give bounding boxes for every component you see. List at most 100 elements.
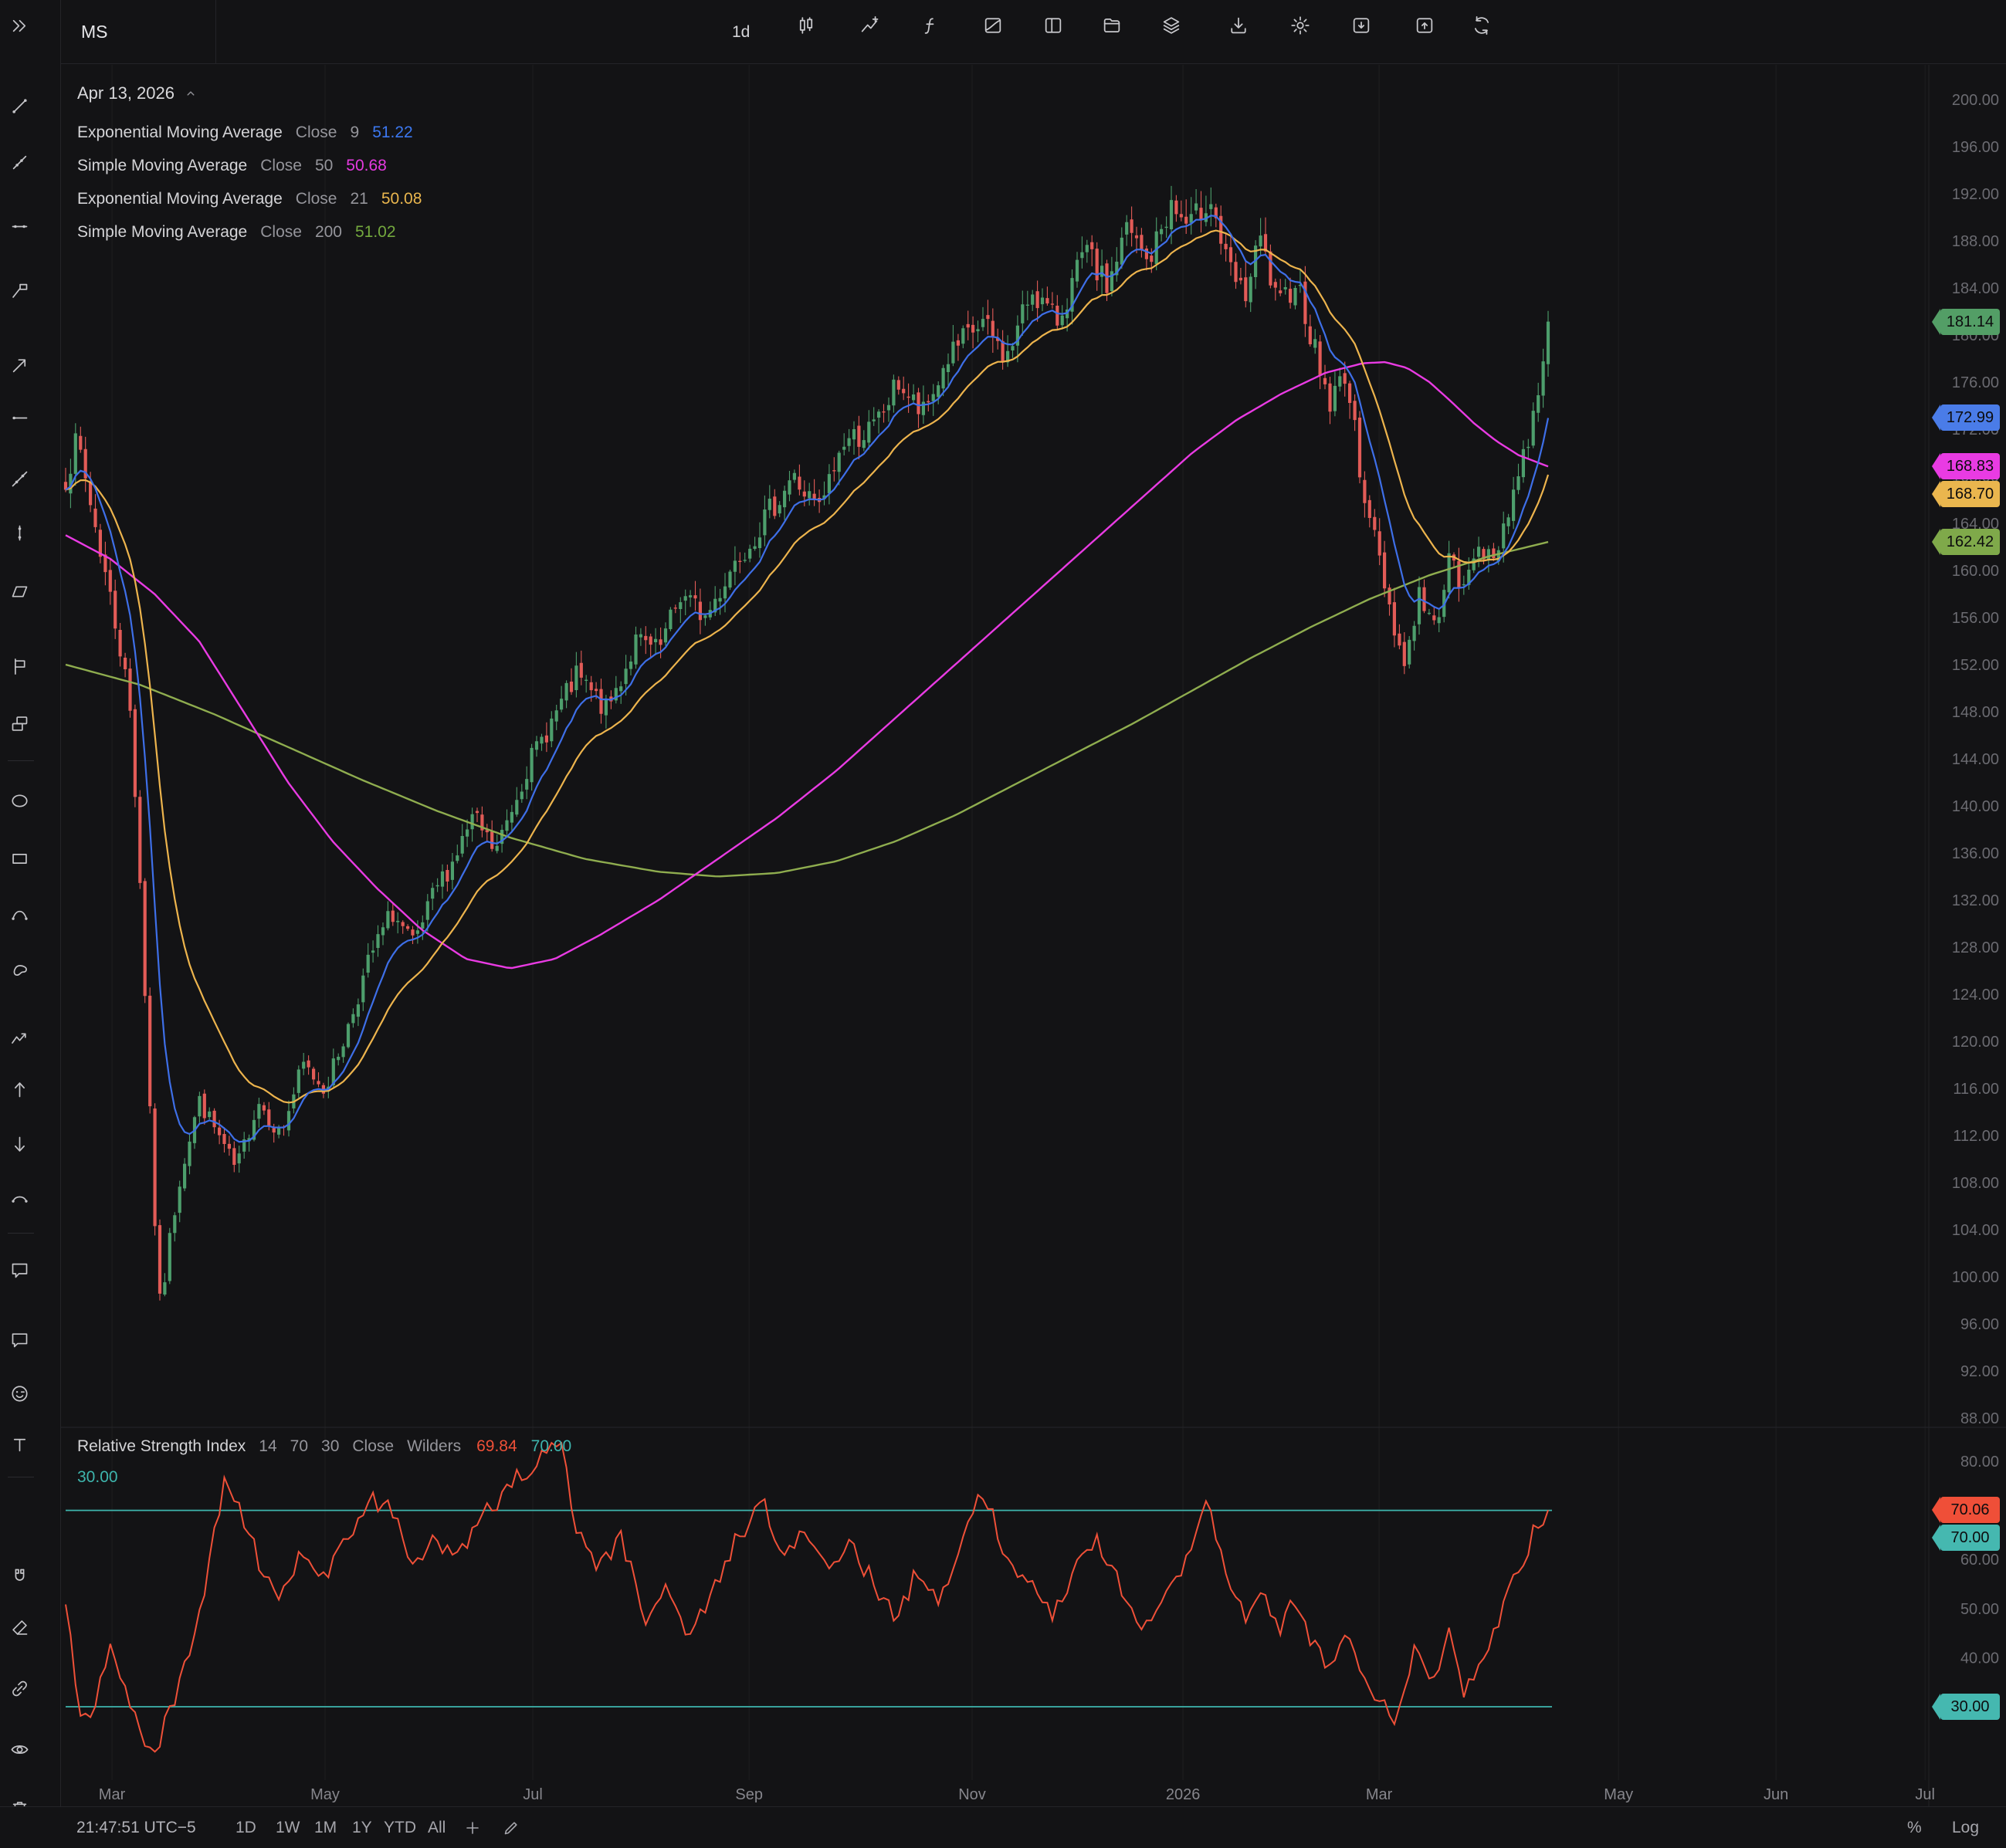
- arrow-up-icon[interactable]: [5, 1075, 34, 1104]
- price-tick-label: 160.00: [1952, 563, 1999, 580]
- indicator-source: Close: [296, 124, 337, 142]
- axis-price-tag: 168.83: [1940, 453, 2000, 479]
- price-tick-label: 132.00: [1952, 892, 1999, 909]
- time-axis-label: 2026: [1166, 1786, 1201, 1803]
- time-axis-label: Jul: [1915, 1786, 1935, 1803]
- comment-icon[interactable]: [5, 1325, 34, 1354]
- text-icon[interactable]: [5, 1430, 34, 1459]
- rsi-name: Relative Strength Index: [77, 1437, 246, 1456]
- charting-app: MarMayJulSepNov2026MarMayJunJul88.0092.0…: [0, 0, 2006, 1848]
- price-tick-label: 100.00: [1952, 1269, 1999, 1286]
- time-axis-label: May: [310, 1786, 340, 1803]
- log-scale-button[interactable]: Log: [1952, 1807, 1979, 1848]
- snapshot-icon[interactable]: [978, 11, 1008, 40]
- clock-label[interactable]: 21:47:51 UTC−5: [76, 1807, 196, 1848]
- range-button-1y[interactable]: 1Y: [352, 1807, 372, 1848]
- parallelogram-icon[interactable]: [5, 577, 34, 606]
- emoji-icon[interactable]: [5, 1379, 34, 1408]
- price-tick-label: 120.00: [1952, 1034, 1999, 1051]
- arrow-down-icon[interactable]: [5, 1129, 34, 1159]
- compare-plus-icon[interactable]: [855, 11, 884, 40]
- magnet-icon[interactable]: [5, 1562, 34, 1591]
- chevrons-right-icon[interactable]: [5, 11, 34, 40]
- indicator-length: 9: [351, 124, 360, 142]
- time-axis-label: Mar: [99, 1786, 126, 1803]
- curve-icon[interactable]: [5, 899, 34, 929]
- price-label-icon[interactable]: [5, 709, 34, 738]
- price-tick-label: 116.00: [1953, 1081, 1999, 1098]
- range-button-1w[interactable]: 1W: [276, 1807, 300, 1848]
- axis-price-tag: 168.70: [1940, 481, 2000, 507]
- vertical-line-icon[interactable]: [5, 518, 34, 547]
- extended-line-icon[interactable]: [5, 464, 34, 493]
- horizontal-line-icon[interactable]: [5, 212, 34, 241]
- price-tick-label: 184.00: [1952, 280, 1999, 297]
- price-tick-label: 92.00: [1960, 1363, 1999, 1380]
- time-axis-label: Nov: [958, 1786, 986, 1803]
- indicator-source: Close: [296, 190, 337, 208]
- ellipse-icon[interactable]: [5, 786, 34, 815]
- export-icon[interactable]: [1410, 11, 1439, 40]
- chart-canvas[interactable]: MarMayJulSepNov2026MarMayJunJul88.0092.0…: [0, 0, 2006, 1848]
- indicator-length: 21: [351, 190, 368, 208]
- range-button-1d[interactable]: 1D: [236, 1807, 256, 1848]
- parallel-channel-icon[interactable]: [5, 276, 34, 305]
- toolbar-divider: [8, 1233, 34, 1234]
- indicator-source: Close: [260, 157, 302, 175]
- rsi-legend-line2: 30.00: [77, 1462, 571, 1493]
- import-icon[interactable]: [1347, 11, 1376, 40]
- horizontal-ray-icon[interactable]: [5, 403, 34, 432]
- timeframe-button[interactable]: 1d: [732, 0, 750, 64]
- pencil-icon[interactable]: [502, 1819, 522, 1839]
- brush-icon[interactable]: [5, 1613, 34, 1642]
- rsi-legend[interactable]: Relative Strength Index147030CloseWilder…: [77, 1433, 571, 1493]
- arc-icon[interactable]: [5, 1182, 34, 1211]
- indicator-legend-row[interactable]: Simple Moving AverageClose20051.02: [77, 215, 422, 249]
- bottom-toolbar: 21:47:51 UTC−5 % Log 1D 1W 1M 1Y YTD All: [0, 1806, 2006, 1848]
- range-button-all[interactable]: All: [428, 1807, 446, 1848]
- indicator-legend-row[interactable]: Exponential Moving AverageClose951.22: [77, 116, 422, 149]
- plus-icon[interactable]: [463, 1819, 483, 1839]
- ray-icon[interactable]: [5, 147, 34, 177]
- arrow-up-right-icon[interactable]: [5, 350, 34, 380]
- zigzag-icon[interactable]: [5, 1024, 34, 1053]
- flag-icon[interactable]: [5, 652, 34, 681]
- settings-icon[interactable]: [1286, 11, 1315, 40]
- range-button-ytd[interactable]: YTD: [384, 1807, 416, 1848]
- price-tick-label: 148.00: [1952, 704, 1999, 721]
- layers-icon[interactable]: [1157, 11, 1186, 40]
- rsi-tick-label: 40.00: [1960, 1650, 1999, 1667]
- legend-date-row[interactable]: Apr 13, 2026: [77, 77, 422, 110]
- function-icon[interactable]: [916, 11, 945, 40]
- indicator-legend-row[interactable]: Simple Moving AverageClose5050.68: [77, 149, 422, 182]
- range-button-1m[interactable]: 1M: [314, 1807, 337, 1848]
- axis-price-tag: 181.14: [1940, 309, 2000, 335]
- trend-line-icon[interactable]: [5, 91, 34, 120]
- refresh-icon[interactable]: [1467, 11, 1496, 40]
- candles-icon[interactable]: [791, 11, 821, 40]
- rsi-param: 70: [290, 1437, 308, 1456]
- percent-scale-button[interactable]: %: [1907, 1807, 1922, 1848]
- folder-icon[interactable]: [1097, 11, 1127, 40]
- freeform-icon[interactable]: [5, 956, 34, 985]
- eye-icon[interactable]: [5, 1735, 34, 1764]
- callout-icon[interactable]: [5, 1255, 34, 1284]
- chart-legend: Apr 13, 2026 Exponential Moving Average C…: [77, 77, 422, 249]
- download-icon[interactable]: [1224, 11, 1253, 40]
- rectangle-icon[interactable]: [5, 844, 34, 873]
- legend-date-label: Apr 13, 2026: [77, 83, 175, 103]
- gridlines: MarMayJulSepNov2026MarMayJunJul: [61, 65, 2006, 1806]
- indicator-legend-row[interactable]: Exponential Moving AverageClose2150.08: [77, 182, 422, 215]
- chevron-up-icon: [184, 86, 198, 100]
- link-icon[interactable]: [5, 1674, 34, 1703]
- indicator-value: 51.02: [355, 223, 396, 242]
- layout-icon[interactable]: [1039, 11, 1068, 40]
- price-tick-label: 192.00: [1952, 186, 1999, 203]
- candlestick-series: [64, 186, 1550, 1301]
- symbol-search-button[interactable]: MS: [61, 0, 216, 64]
- price-tick-label: 152.00: [1952, 657, 1999, 674]
- axis-price-tag: 70.06: [1940, 1497, 2000, 1523]
- indicator-name: Exponential Moving Average: [77, 124, 283, 142]
- indicator-name: Exponential Moving Average: [77, 190, 283, 208]
- time-axis-label: Jun: [1764, 1786, 1788, 1803]
